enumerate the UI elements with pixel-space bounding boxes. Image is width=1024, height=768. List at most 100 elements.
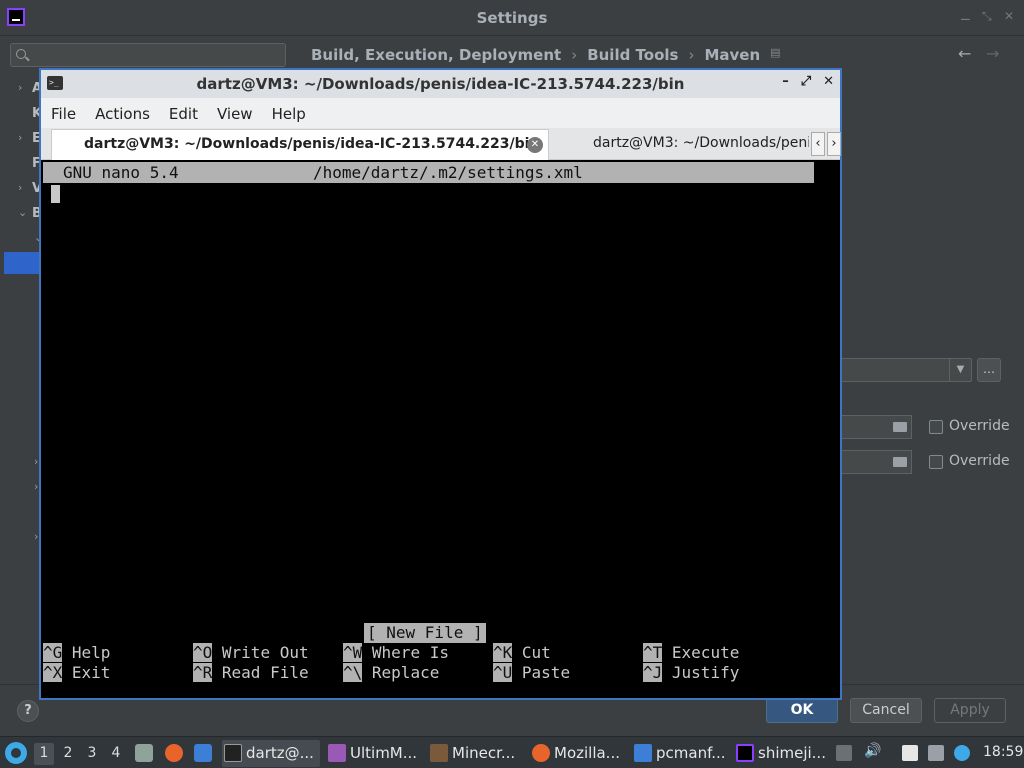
maximize-icon[interactable]: ⤢ [801,74,811,89]
tab-label: dartz@VM3: ~/Downloads/penis/idea-IC-213… [593,135,809,151]
media-player-icon [328,744,346,762]
override-repo-checkbox[interactable] [929,455,943,469]
workspace-2[interactable]: 2 [58,743,78,765]
search-input[interactable] [33,46,273,64]
maximize-icon[interactable]: ⤡ [982,9,992,24]
close-icon[interactable]: ✕ [1004,9,1014,23]
minimize-icon[interactable]: ⚊ [960,9,971,23]
settings-titlebar: Settings ⚊ ⤡ ✕ [0,0,1024,36]
desktop-icon[interactable] [194,744,212,762]
terminal-menubar: File Actions Edit View Help [41,98,840,128]
maven-home-combo[interactable]: ▼ [840,358,972,382]
text-cursor [51,185,60,203]
user-settings-path-field[interactable] [840,415,912,439]
chevron-right-icon[interactable]: › [18,81,22,94]
firefox-launcher-icon[interactable] [165,744,183,762]
task-terminal[interactable]: dartz@... [222,740,320,767]
workspace-1[interactable]: 1 [34,743,54,765]
chevron-right-icon[interactable]: › [34,480,38,493]
shortcut-write-out: ^O Write Out [193,643,309,662]
shortcut-execute: ^T Execute [643,643,740,662]
help-button[interactable]: ? [17,700,39,722]
cancel-button[interactable]: Cancel [850,698,922,723]
folder-icon[interactable] [893,422,907,432]
ok-button[interactable]: OK [766,698,838,723]
project-scope-icon: ▤ [770,46,781,59]
eject-icon[interactable] [836,745,852,761]
shortcut-exit: ^X Exit [43,663,111,682]
breadcrumb-item[interactable]: Maven [704,46,760,64]
terminal-tabbar: dartz@VM3: ~/Downloads/penis/idea-IC-213… [41,128,841,160]
files-launcher-icon[interactable] [135,744,153,762]
task-ultimm[interactable]: UltimM... [326,740,422,767]
tab-scroll-left-icon[interactable]: ‹ [811,132,825,156]
tab-inactive[interactable]: dartz@VM3: ~/Downloads/penis/idea-IC-213… [553,129,809,160]
taskbar: 1 2 3 4 dartz@... UltimM... Minecr... Mo… [0,736,1024,768]
close-icon[interactable]: ✕ [823,74,834,89]
task-pcmanfm[interactable]: pcmanf... [632,740,730,767]
task-label: pcmanf... [656,744,726,762]
task-label: shimeji... [758,744,826,762]
settings-search-input[interactable] [10,43,286,67]
start-menu-icon[interactable] [5,742,27,764]
menu-file[interactable]: File [41,98,85,128]
chevron-right-icon[interactable]: › [18,131,22,144]
intellij-icon [736,744,754,762]
terminal-title: dartz@VM3: ~/Downloads/penis/idea-IC-213… [196,75,685,93]
back-arrow-icon[interactable]: ← [958,44,971,63]
menu-help[interactable]: Help [262,98,315,128]
browse-button[interactable]: … [977,358,1001,382]
shortcut-replace: ^\ Replace [343,663,440,682]
override-label: Override [949,453,1010,469]
workspace-4[interactable]: 4 [106,743,126,765]
clipboard-icon[interactable] [902,745,918,761]
tab-close-icon[interactable]: ✕ [527,137,543,153]
breadcrumb-separator-icon: › [571,46,578,64]
tab-active[interactable]: dartz@VM3: ~/Downloads/penis/idea-IC-213… [51,129,549,160]
menu-view[interactable]: View [207,98,262,128]
network-icon[interactable] [928,745,944,761]
tab-label: dartz@VM3: ~/Downloads/penis/idea-IC-213… [84,136,540,152]
breadcrumb-item[interactable]: Build, Execution, Deployment [311,46,561,64]
nano-status: [ New File ] [364,623,486,643]
tab-scroll-right-icon[interactable]: › [827,132,841,156]
menu-actions[interactable]: Actions [85,98,159,128]
override-label: Override [949,418,1010,434]
workspace-3[interactable]: 3 [82,743,102,765]
minecraft-icon [430,744,448,762]
shortcut-help: ^G Help [43,643,111,662]
task-label: Mozilla... [554,744,620,762]
nano-filename: /home/dartz/.m2/settings.xml [313,163,583,182]
task-label: dartz@... [246,744,314,762]
terminal-window: >_ dartz@VM3: ~/Downloads/penis/idea-IC-… [39,68,842,700]
shortcut-read-file: ^R Read File [193,663,309,682]
folder-icon[interactable] [893,457,907,467]
terminal-titlebar[interactable]: >_ dartz@VM3: ~/Downloads/penis/idea-IC-… [41,70,840,98]
search-icon [16,49,26,59]
task-mozilla[interactable]: Mozilla... [530,740,628,767]
chevron-right-icon[interactable]: › [34,530,38,543]
dropdown-arrow-icon[interactable]: ▼ [949,359,971,381]
firefox-icon [532,744,550,762]
chevron-right-icon[interactable]: › [18,181,22,194]
apply-button[interactable]: Apply [934,698,1006,723]
task-minecraft[interactable]: Minecr... [428,740,524,767]
local-repo-path-field[interactable] [840,450,912,474]
override-settings-checkbox[interactable] [929,420,943,434]
settings-title: Settings [476,9,548,27]
breadcrumb-item[interactable]: Build Tools [587,46,678,64]
volume-icon[interactable]: 🔊 [864,743,881,759]
terminal-scrollbar[interactable] [814,162,838,692]
forward-arrow-icon[interactable]: → [986,44,999,63]
shortcut-justify: ^J Justify [643,663,740,682]
update-icon[interactable] [954,745,970,761]
shortcut-cut: ^K Cut [493,643,551,662]
chevron-right-icon[interactable]: › [34,455,38,468]
minimize-icon[interactable]: – [782,74,789,89]
task-shimeji[interactable]: shimeji... [734,740,828,767]
menu-edit[interactable]: Edit [159,98,207,128]
shortcut-where-is: ^W Where Is [343,643,449,662]
shortcut-paste: ^U Paste [493,663,571,682]
chevron-down-icon[interactable]: ⌄ [18,206,27,219]
nano-version: GNU nano 5.4 [63,163,179,182]
